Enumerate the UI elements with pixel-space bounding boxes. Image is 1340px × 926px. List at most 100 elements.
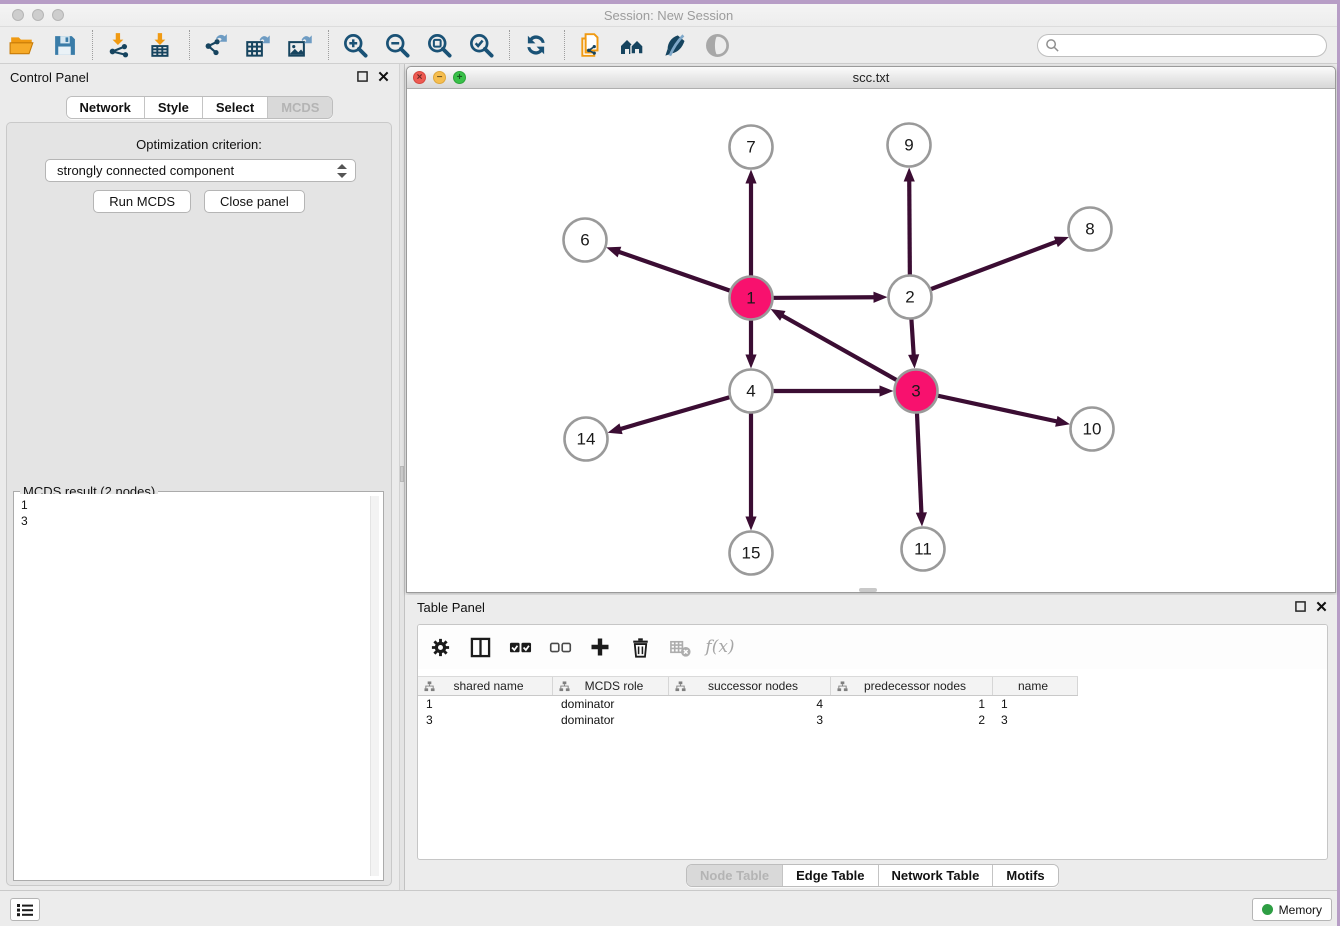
export-network-icon[interactable] [202, 31, 230, 59]
table-row[interactable]: 3 dominator 3 2 3 [418, 713, 1327, 729]
float-table-panel-icon[interactable] [1295, 601, 1306, 612]
delete-column-icon[interactable] [628, 635, 652, 659]
table-options-icon[interactable] [428, 635, 452, 659]
close-panel-button[interactable]: Close panel [204, 190, 305, 213]
graph-edge-3-1[interactable] [782, 315, 916, 391]
open-file-icon[interactable] [8, 31, 36, 59]
zoom-selected-icon[interactable] [467, 31, 495, 59]
show-hide-icon[interactable] [703, 31, 731, 59]
zoom-fit-icon[interactable] [425, 31, 453, 59]
column-header-predecessor-nodes[interactable]: predecessor nodes [831, 677, 993, 695]
table-row[interactable]: 1 dominator 4 1 1 [418, 697, 1327, 713]
tab-style[interactable]: Style [145, 97, 203, 118]
graph-node-label: 2 [905, 288, 914, 307]
deselect-all-columns-icon[interactable] [548, 635, 572, 659]
mcds-result-item: 3 [21, 513, 376, 529]
network-graph[interactable]: 7968124314101511 [407, 89, 1335, 592]
table-panel: Table Panel [405, 595, 1337, 890]
dropdown-stepper-icon [337, 163, 347, 179]
close-panel-icon[interactable] [378, 71, 389, 82]
tab-motifs[interactable]: Motifs [993, 865, 1057, 886]
application-window: Session: New Session [0, 0, 1340, 926]
zoom-out-icon[interactable] [383, 31, 411, 59]
add-column-icon[interactable] [588, 635, 612, 659]
save-session-icon[interactable] [50, 31, 78, 59]
optimization-criterion-select[interactable]: strongly connected component [45, 159, 356, 182]
hierarchy-icon [675, 681, 686, 692]
hierarchy-icon [424, 681, 435, 692]
canvas-scrollbar-nub[interactable] [859, 588, 877, 592]
node-table-card: f(x) shared name MCDS role successor nod… [417, 624, 1328, 860]
tab-select[interactable]: Select [203, 97, 268, 118]
graph-edge-arrowhead [745, 517, 756, 531]
network-canvas[interactable]: 7968124314101511 [407, 89, 1335, 592]
delete-table-icon-disabled [668, 635, 692, 659]
table-panel-tabs: Node Table Edge Table Network Table Moti… [686, 864, 1059, 887]
graph-edge-arrowhead [916, 512, 927, 526]
graph-edge-arrowhead [745, 355, 756, 369]
zoom-in-icon[interactable] [341, 31, 369, 59]
refresh-icon[interactable] [522, 31, 550, 59]
first-neighbors-icon[interactable] [619, 31, 647, 59]
float-panel-icon[interactable] [357, 71, 368, 82]
cell-predecessor-nodes: 1 [831, 697, 993, 713]
mcds-result-list[interactable]: 1 3 [16, 494, 381, 878]
graph-edge-arrowhead [1055, 416, 1070, 427]
tab-mcds[interactable]: MCDS [268, 97, 332, 118]
tab-network-table[interactable]: Network Table [879, 865, 994, 886]
cell-shared-name: 1 [418, 697, 553, 713]
export-image-icon[interactable] [286, 31, 314, 59]
network-window-titlebar[interactable]: × − + scc.txt [407, 67, 1335, 89]
table-body: 1 dominator 4 1 1 3 dominator 3 2 3 [418, 697, 1327, 729]
column-header-shared-name[interactable]: shared name [418, 677, 553, 695]
tab-network[interactable]: Network [67, 97, 145, 118]
column-header-name[interactable]: name [993, 677, 1078, 695]
toolbar-separator [328, 30, 329, 60]
apply-style-icon[interactable] [661, 31, 689, 59]
column-header-mcds-role[interactable]: MCDS role [553, 677, 669, 695]
export-table-icon[interactable] [244, 31, 272, 59]
task-list-icon [17, 903, 33, 917]
tab-node-table[interactable]: Node Table [687, 865, 783, 886]
graph-node-label: 10 [1083, 420, 1102, 439]
show-column-icon[interactable] [468, 635, 492, 659]
mcds-result-group: MCDS result (2 nodes) 1 3 [13, 491, 384, 881]
select-all-columns-icon[interactable] [508, 635, 532, 659]
memory-button[interactable]: Memory [1252, 898, 1332, 921]
cell-name: 1 [993, 697, 1078, 713]
search-icon [1045, 38, 1060, 53]
import-table-icon[interactable] [147, 31, 175, 59]
graph-edge-arrowhead [606, 247, 621, 258]
import-network-icon[interactable] [105, 31, 133, 59]
graph-node-label: 8 [1085, 220, 1094, 239]
control-panel-title: Control Panel [10, 70, 89, 85]
graph-node-label: 4 [746, 382, 755, 401]
cell-predecessor-nodes: 2 [831, 713, 993, 729]
tab-edge-table[interactable]: Edge Table [783, 865, 878, 886]
graph-edge-2-8[interactable] [910, 242, 1057, 297]
memory-label: Memory [1279, 903, 1322, 917]
toolbar-separator [189, 30, 190, 60]
graph-node-label: 15 [742, 544, 761, 563]
run-mcds-button[interactable]: Run MCDS [93, 190, 191, 213]
network-window-title: scc.txt [407, 70, 1335, 85]
result-scrollbar[interactable] [370, 496, 379, 876]
search-input[interactable] [1060, 37, 1326, 55]
graph-node-label: 9 [904, 136, 913, 155]
cell-successor-nodes: 4 [669, 697, 831, 713]
hierarchy-icon [837, 681, 848, 692]
graph-edge-arrowhead [745, 170, 756, 184]
table-toolbar: f(x) [418, 625, 1327, 669]
table-header-row: shared name MCDS role successor nodes pr… [418, 676, 1078, 696]
main-toolbar [0, 27, 1337, 64]
clone-network-icon[interactable] [577, 31, 605, 59]
task-history-button[interactable] [10, 898, 40, 921]
control-panel-tabs: Network Style Select MCDS [66, 96, 334, 119]
column-header-successor-nodes[interactable]: successor nodes [669, 677, 831, 695]
graph-node-label: 14 [577, 430, 596, 449]
splitter-grip[interactable] [400, 466, 404, 482]
status-bar: Memory [0, 890, 1337, 926]
close-table-panel-icon[interactable] [1316, 601, 1327, 612]
cell-name: 3 [993, 713, 1078, 729]
titlebar: Session: New Session [0, 4, 1337, 27]
